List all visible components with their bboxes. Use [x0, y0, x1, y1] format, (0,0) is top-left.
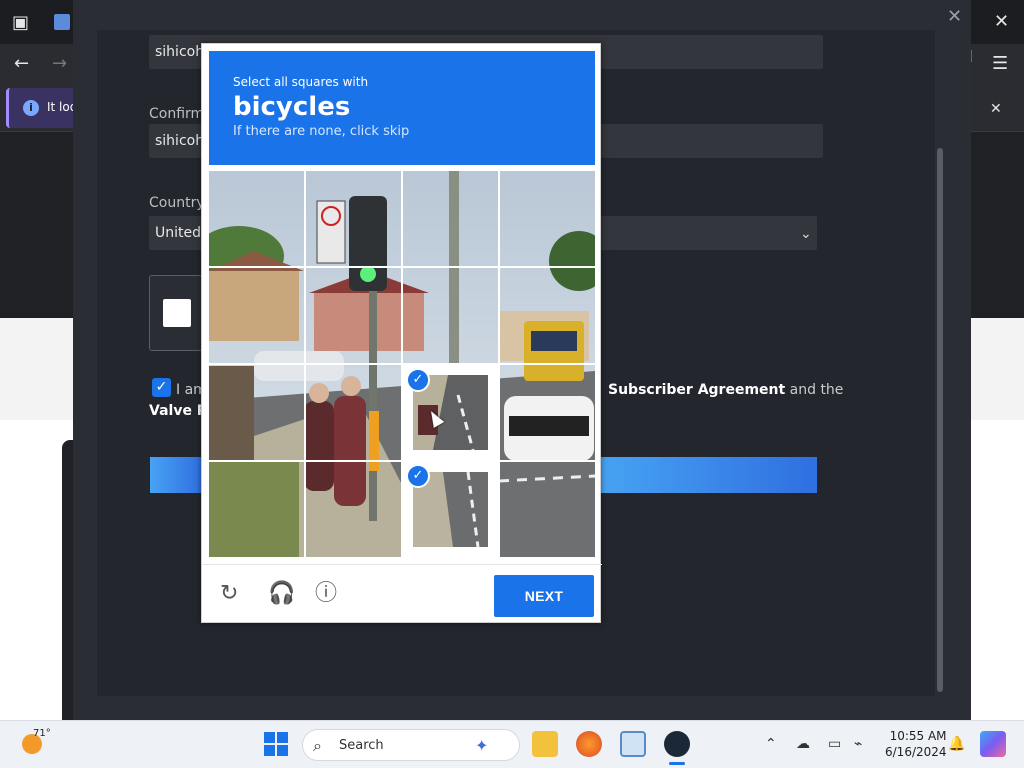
grid-tile[interactable] — [500, 365, 595, 460]
chevron-down-icon: ⌄ — [800, 226, 812, 242]
forward-icon[interactable]: → — [52, 55, 67, 73]
instruction-target: bicycles — [233, 92, 351, 122]
reload-icon[interactable]: ↻ — [220, 583, 238, 605]
instruction-skip-hint: If there are none, click skip — [233, 124, 410, 139]
page-background-right-lower — [970, 420, 1024, 720]
chevron-up-icon[interactable]: ⌃ — [765, 736, 777, 752]
clock-date: 6/16/2024 — [885, 745, 947, 759]
checkmark-icon: ✓ — [406, 464, 430, 488]
subscriber-agreement-link[interactable]: Subscriber Agreement — [608, 382, 785, 398]
grid-tile[interactable] — [209, 365, 304, 460]
remote-desktop-icon[interactable] — [620, 731, 646, 757]
grid-tile[interactable] — [209, 462, 304, 557]
grid-tile[interactable] — [500, 268, 595, 363]
grid-tile[interactable] — [306, 171, 401, 266]
continue-button-right[interactable] — [600, 457, 817, 493]
info-icon[interactable]: ⓘ — [315, 583, 337, 605]
agree-checkbox[interactable]: ✓ — [152, 378, 171, 397]
network-icon[interactable]: ⌁ — [854, 736, 862, 752]
search-highlight-icon: ✦ — [475, 736, 489, 755]
recaptcha-challenge: Select all squares with bicycles If ther… — [201, 43, 602, 624]
grid-tile[interactable] — [500, 171, 595, 266]
grid-tile[interactable] — [306, 365, 401, 460]
modal-close-icon[interactable]: ✕ — [947, 6, 962, 27]
agree-text-right: Subscriber Agreement and the — [608, 382, 843, 398]
steam-icon[interactable] — [664, 731, 690, 757]
checkmark-icon: ✓ — [406, 368, 430, 392]
headphones-icon[interactable]: 🎧 — [268, 583, 295, 605]
info-notification: i It loo — [6, 88, 77, 128]
menu-icon[interactable]: ☰ — [992, 55, 1008, 73]
grid-tile[interactable] — [500, 462, 595, 557]
grid-tile[interactable] — [403, 171, 498, 266]
modal-scrollbar[interactable] — [937, 148, 943, 692]
search-placeholder: Search — [339, 738, 384, 753]
clock[interactable]: 10:55 AM 6/16/2024 — [885, 728, 947, 760]
confirm-email-label: Confirm — [149, 106, 205, 122]
start-button[interactable] — [264, 732, 288, 756]
info-icon: i — [23, 100, 39, 116]
file-explorer-icon[interactable] — [532, 731, 558, 757]
weather-temp: 71° — [33, 728, 51, 739]
grid-tile[interactable] — [306, 268, 401, 363]
tab-favicon-icon[interactable] — [54, 14, 70, 30]
display-icon[interactable]: ▭ — [828, 736, 841, 752]
instruction-line1: Select all squares with — [233, 75, 369, 89]
bell-icon[interactable]: 🔔 — [948, 736, 965, 752]
grid-tile[interactable] — [209, 268, 304, 363]
taskbar-search[interactable]: ⌕ Search ✦ — [302, 729, 520, 761]
challenge-header: Select all squares with bicycles If ther… — [209, 51, 595, 165]
recaptcha-checkbox[interactable] — [163, 299, 191, 327]
active-app-indicator — [669, 762, 685, 765]
recaptcha-checkbox-widget[interactable] — [149, 275, 203, 351]
grid-tile[interactable] — [403, 268, 498, 363]
image-grid: ✓ ✓ — [209, 171, 595, 557]
next-button[interactable]: NEXT — [494, 575, 594, 617]
country-label: Country — [149, 195, 205, 211]
window-close-icon[interactable]: ✕ — [994, 13, 1009, 31]
cloud-offline-icon[interactable]: ☁ — [796, 736, 810, 752]
back-icon[interactable]: ← — [14, 55, 29, 73]
tab-overview-icon[interactable]: ▣ — [12, 14, 29, 32]
search-icon: ⌕ — [313, 736, 322, 755]
challenge-footer: ↻ 🎧 ⓘ NEXT — [202, 564, 602, 624]
clock-time: 10:55 AM — [889, 729, 947, 743]
copilot-icon[interactable] — [980, 731, 1006, 757]
continue-button-left[interactable] — [150, 457, 202, 493]
agree-and-the: and the — [789, 382, 844, 398]
grid-tile[interactable] — [306, 462, 401, 557]
info-close-icon[interactable]: ✕ — [990, 100, 1002, 118]
grid-tile[interactable] — [209, 171, 304, 266]
firefox-icon[interactable] — [576, 731, 602, 757]
